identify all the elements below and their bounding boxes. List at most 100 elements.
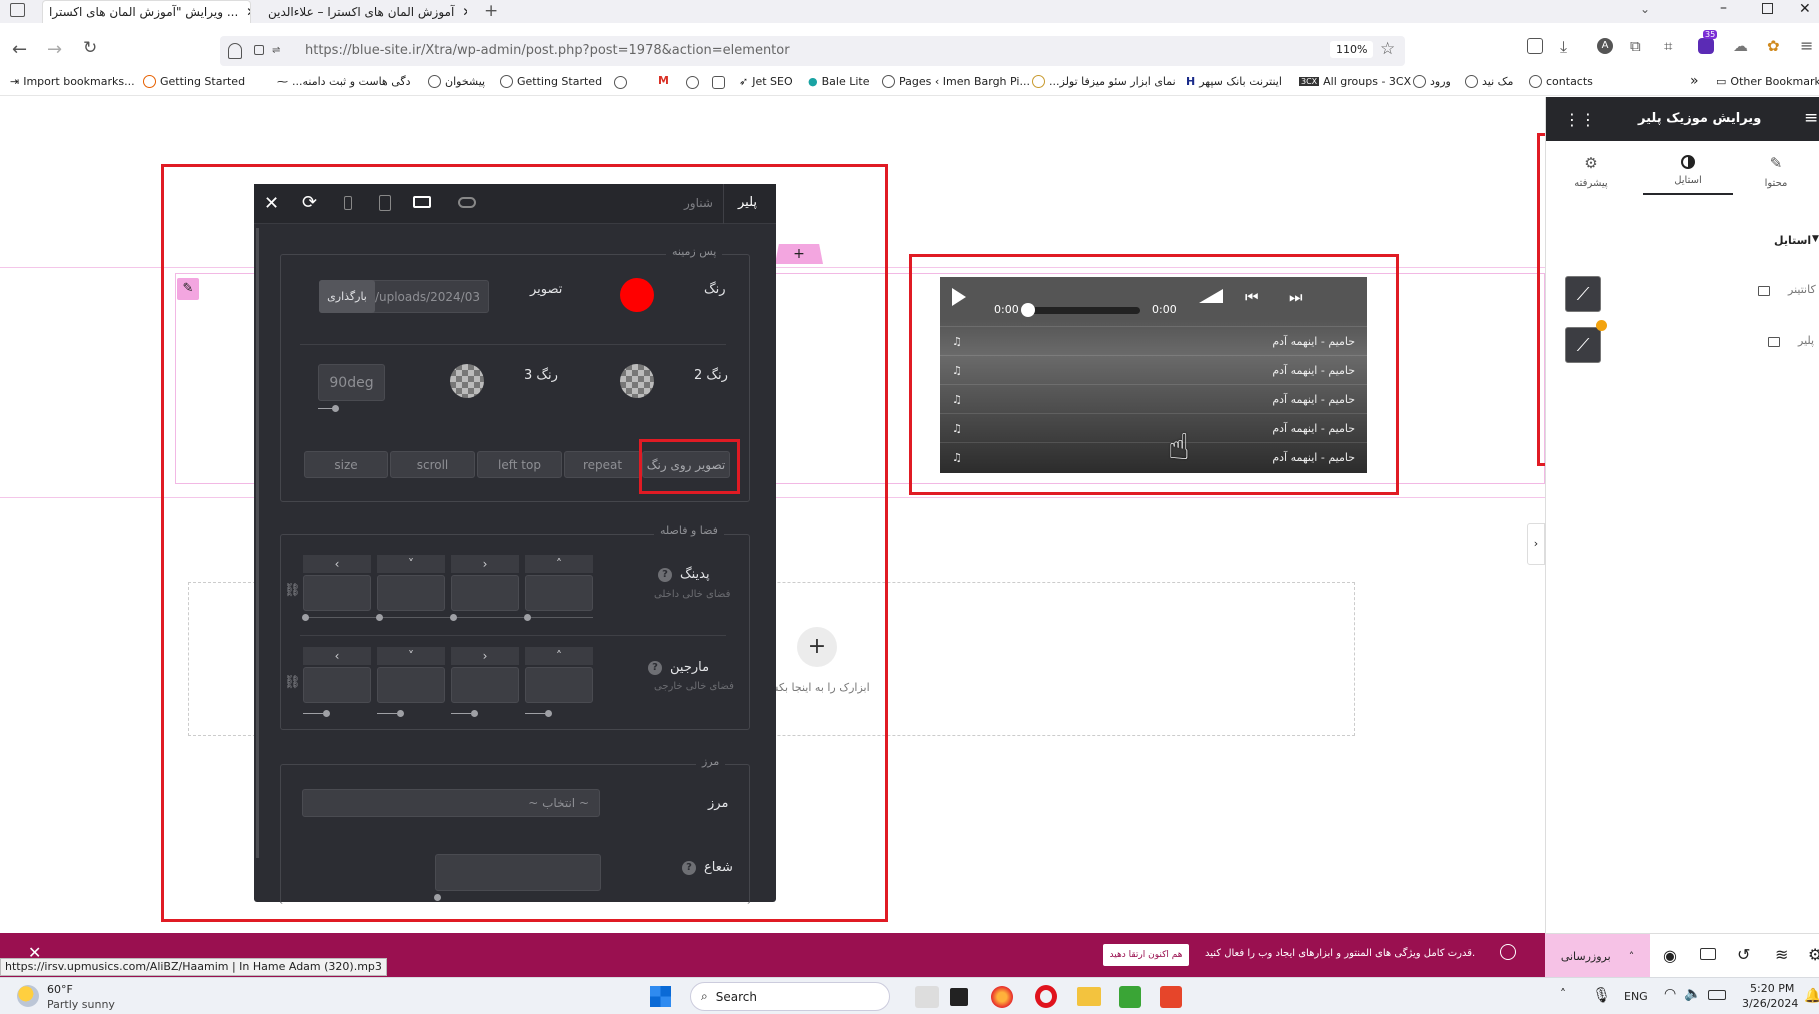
extensions-icon[interactable]: ⧉ (1630, 37, 1641, 55)
changed-indicator (1596, 320, 1607, 331)
bookmark-item[interactable]: 3CX All groups - 3CX (1299, 75, 1411, 88)
container-style-button[interactable]: ⟋ (1565, 276, 1601, 312)
restore-icon[interactable] (1762, 3, 1773, 14)
desktop-icon (1768, 337, 1780, 347)
language-indicator[interactable]: ENG (1624, 990, 1648, 1003)
tab-style[interactable]: استایل (1643, 147, 1733, 195)
layers-icon[interactable]: ≋ (1775, 945, 1788, 964)
tab-editor[interactable]: ویرایش "آموزش المان های اکسترا ... ✕ (42, 0, 251, 23)
hamburger-icon[interactable]: ≡ (1804, 108, 1818, 128)
bookmark-item[interactable]: ⁓ ...دگی هاست و ثبت دامنه (277, 75, 411, 88)
settings-icon[interactable]: ⚙ (1808, 945, 1819, 964)
task-view-icon[interactable] (950, 988, 968, 1006)
minimize-icon[interactable]: – (1720, 0, 1727, 16)
back-icon[interactable]: ← (12, 39, 27, 60)
file-explorer-icon[interactable] (1077, 987, 1101, 1006)
close-window-icon[interactable]: ✕ (1799, 1, 1811, 17)
bookmark-item[interactable]: ➶ Jet SEO (739, 75, 793, 88)
apps-grid-icon[interactable]: ⋮⋮ (1564, 110, 1596, 129)
shield-icon[interactable] (228, 43, 242, 59)
extension-badge: 35 (1703, 30, 1718, 39)
bookmark-item[interactable]: پیشخوان (428, 75, 485, 88)
sync-icon[interactable]: ☁ (1733, 37, 1748, 55)
update-button[interactable]: بروزرسانی ˄ (1545, 934, 1650, 978)
recorder-icon[interactable] (1160, 986, 1182, 1008)
q-icon[interactable] (712, 76, 725, 89)
bookmark-item[interactable]: contacts (1529, 75, 1593, 88)
bookmark-item[interactable]: Getting Started (143, 75, 245, 88)
globe-icon (1413, 75, 1426, 88)
close-icon[interactable]: ✕ (246, 5, 250, 19)
windows-start-icon[interactable] (650, 986, 671, 1007)
download-icon[interactable]: ⤓ (1560, 37, 1567, 57)
gmail-icon[interactable]: M (658, 74, 669, 87)
zoom-level[interactable]: 110% (1330, 41, 1374, 58)
globe-icon (1465, 75, 1478, 88)
weather-icon[interactable] (17, 985, 39, 1007)
search-box[interactable]: ⌕ Search (690, 982, 890, 1011)
url-bar[interactable]: ⇌ https://blue-site.ir/Xtra/wp-admin/pos… (220, 36, 1405, 66)
globe-icon[interactable] (686, 76, 699, 89)
bookmark-item[interactable]: ورود (1413, 75, 1451, 88)
star-icon[interactable]: ☆ (1380, 39, 1395, 59)
firefox-icon[interactable] (991, 986, 1013, 1008)
close-icon[interactable]: ✕ (462, 5, 467, 19)
highlight-box (639, 439, 740, 494)
tab-advanced[interactable]: ⚙ پیشرفته (1546, 147, 1636, 195)
section-title[interactable]: استایل (1774, 234, 1811, 247)
caret-down-icon[interactable]: ▼ (1812, 234, 1819, 244)
history-icon[interactable]: ↺ (1737, 945, 1750, 964)
responsive-icon[interactable] (1700, 948, 1716, 960)
eye-icon[interactable]: ◉ (1663, 946, 1677, 965)
upgrade-button[interactable]: هم اکنون ارتقا دهید (1103, 944, 1189, 966)
camtasia-icon[interactable] (1119, 986, 1141, 1008)
bank-icon: H (1186, 75, 1196, 88)
clock-date[interactable]: 3/26/2024 (1742, 997, 1798, 1010)
tab-list-icon[interactable] (10, 3, 25, 17)
speaker-icon[interactable]: 🔈 (1684, 986, 1701, 1002)
opera-icon[interactable] (1035, 985, 1057, 1008)
globe-icon[interactable] (614, 76, 627, 89)
globe-icon (428, 75, 441, 88)
row-label: پلیر (1798, 334, 1815, 347)
lock-icon[interactable] (254, 45, 264, 55)
forward-icon[interactable]: → (47, 39, 62, 60)
menu-icon[interactable]: ≡ (1800, 36, 1813, 55)
wifi-icon[interactable]: ◠ (1664, 986, 1676, 1002)
bookmark-item[interactable]: مک نید (1465, 75, 1513, 88)
panel-title: ویرایش موزیک پلیر (1638, 111, 1762, 126)
battery-icon[interactable] (1708, 990, 1726, 1000)
other-bookmarks[interactable]: ▭ Other Bookmarks (1716, 75, 1819, 88)
reload-icon[interactable]: ↻ (83, 38, 97, 58)
tab-content[interactable]: ✎ محتوا (1731, 147, 1819, 195)
bookmark-item[interactable]: Pages ‹ Imen Bargh Pi... (882, 75, 1030, 88)
pocket-icon[interactable] (1527, 38, 1543, 54)
chevron-up-icon[interactable]: ˄ (1560, 987, 1566, 1001)
crop-icon[interactable]: ⌗ (1664, 37, 1672, 55)
permissions-icon[interactable]: ⇌ (272, 45, 280, 56)
contrast-icon (1681, 154, 1695, 169)
collapse-panel-icon[interactable]: › (1527, 523, 1545, 565)
tab-title: آموزش المان های اکسترا – علاءالدین (268, 4, 455, 19)
extension-icon[interactable] (1698, 38, 1714, 54)
panel-footer: بروزرسانی ˄ ◉ ↺ ≋ ⚙ (1545, 933, 1819, 978)
url-text[interactable]: https://blue-site.ir/Xtra/wp-admin/post.… (305, 43, 790, 58)
elementor-icon (1500, 944, 1516, 960)
bookmark-item[interactable]: ⇥ Import bookmarks... (10, 75, 135, 88)
clock-time[interactable]: 5:20 PM (1750, 982, 1794, 995)
microphone-icon[interactable]: 🎙 (1592, 986, 1611, 1004)
chevron-down-icon[interactable]: ⌄ (1640, 2, 1650, 16)
chevron-right-icon[interactable]: » (1690, 73, 1699, 89)
bookmark-item[interactable]: ● Bale Lite (808, 75, 869, 88)
plugin-icon[interactable]: ✿ (1767, 37, 1780, 55)
account-icon[interactable]: A (1597, 38, 1613, 54)
bookmark-item[interactable]: ...نمای ابزار سئو میزفا تولز (1032, 75, 1176, 88)
new-tab-icon[interactable]: + (484, 1, 498, 21)
player-style-button[interactable]: ⟋ (1565, 327, 1601, 363)
notification-icon[interactable]: 🔔 (1804, 988, 1819, 1004)
rocket-icon: ➶ (739, 75, 749, 88)
copilot-icon[interactable] (915, 986, 939, 1008)
bookmark-item[interactable]: H اینترنت بانک سپهر (1186, 75, 1282, 88)
tab-page[interactable]: آموزش المان های اکسترا – علاءالدین ✕ (262, 0, 467, 23)
bookmark-item[interactable]: Getting Started (500, 75, 602, 88)
